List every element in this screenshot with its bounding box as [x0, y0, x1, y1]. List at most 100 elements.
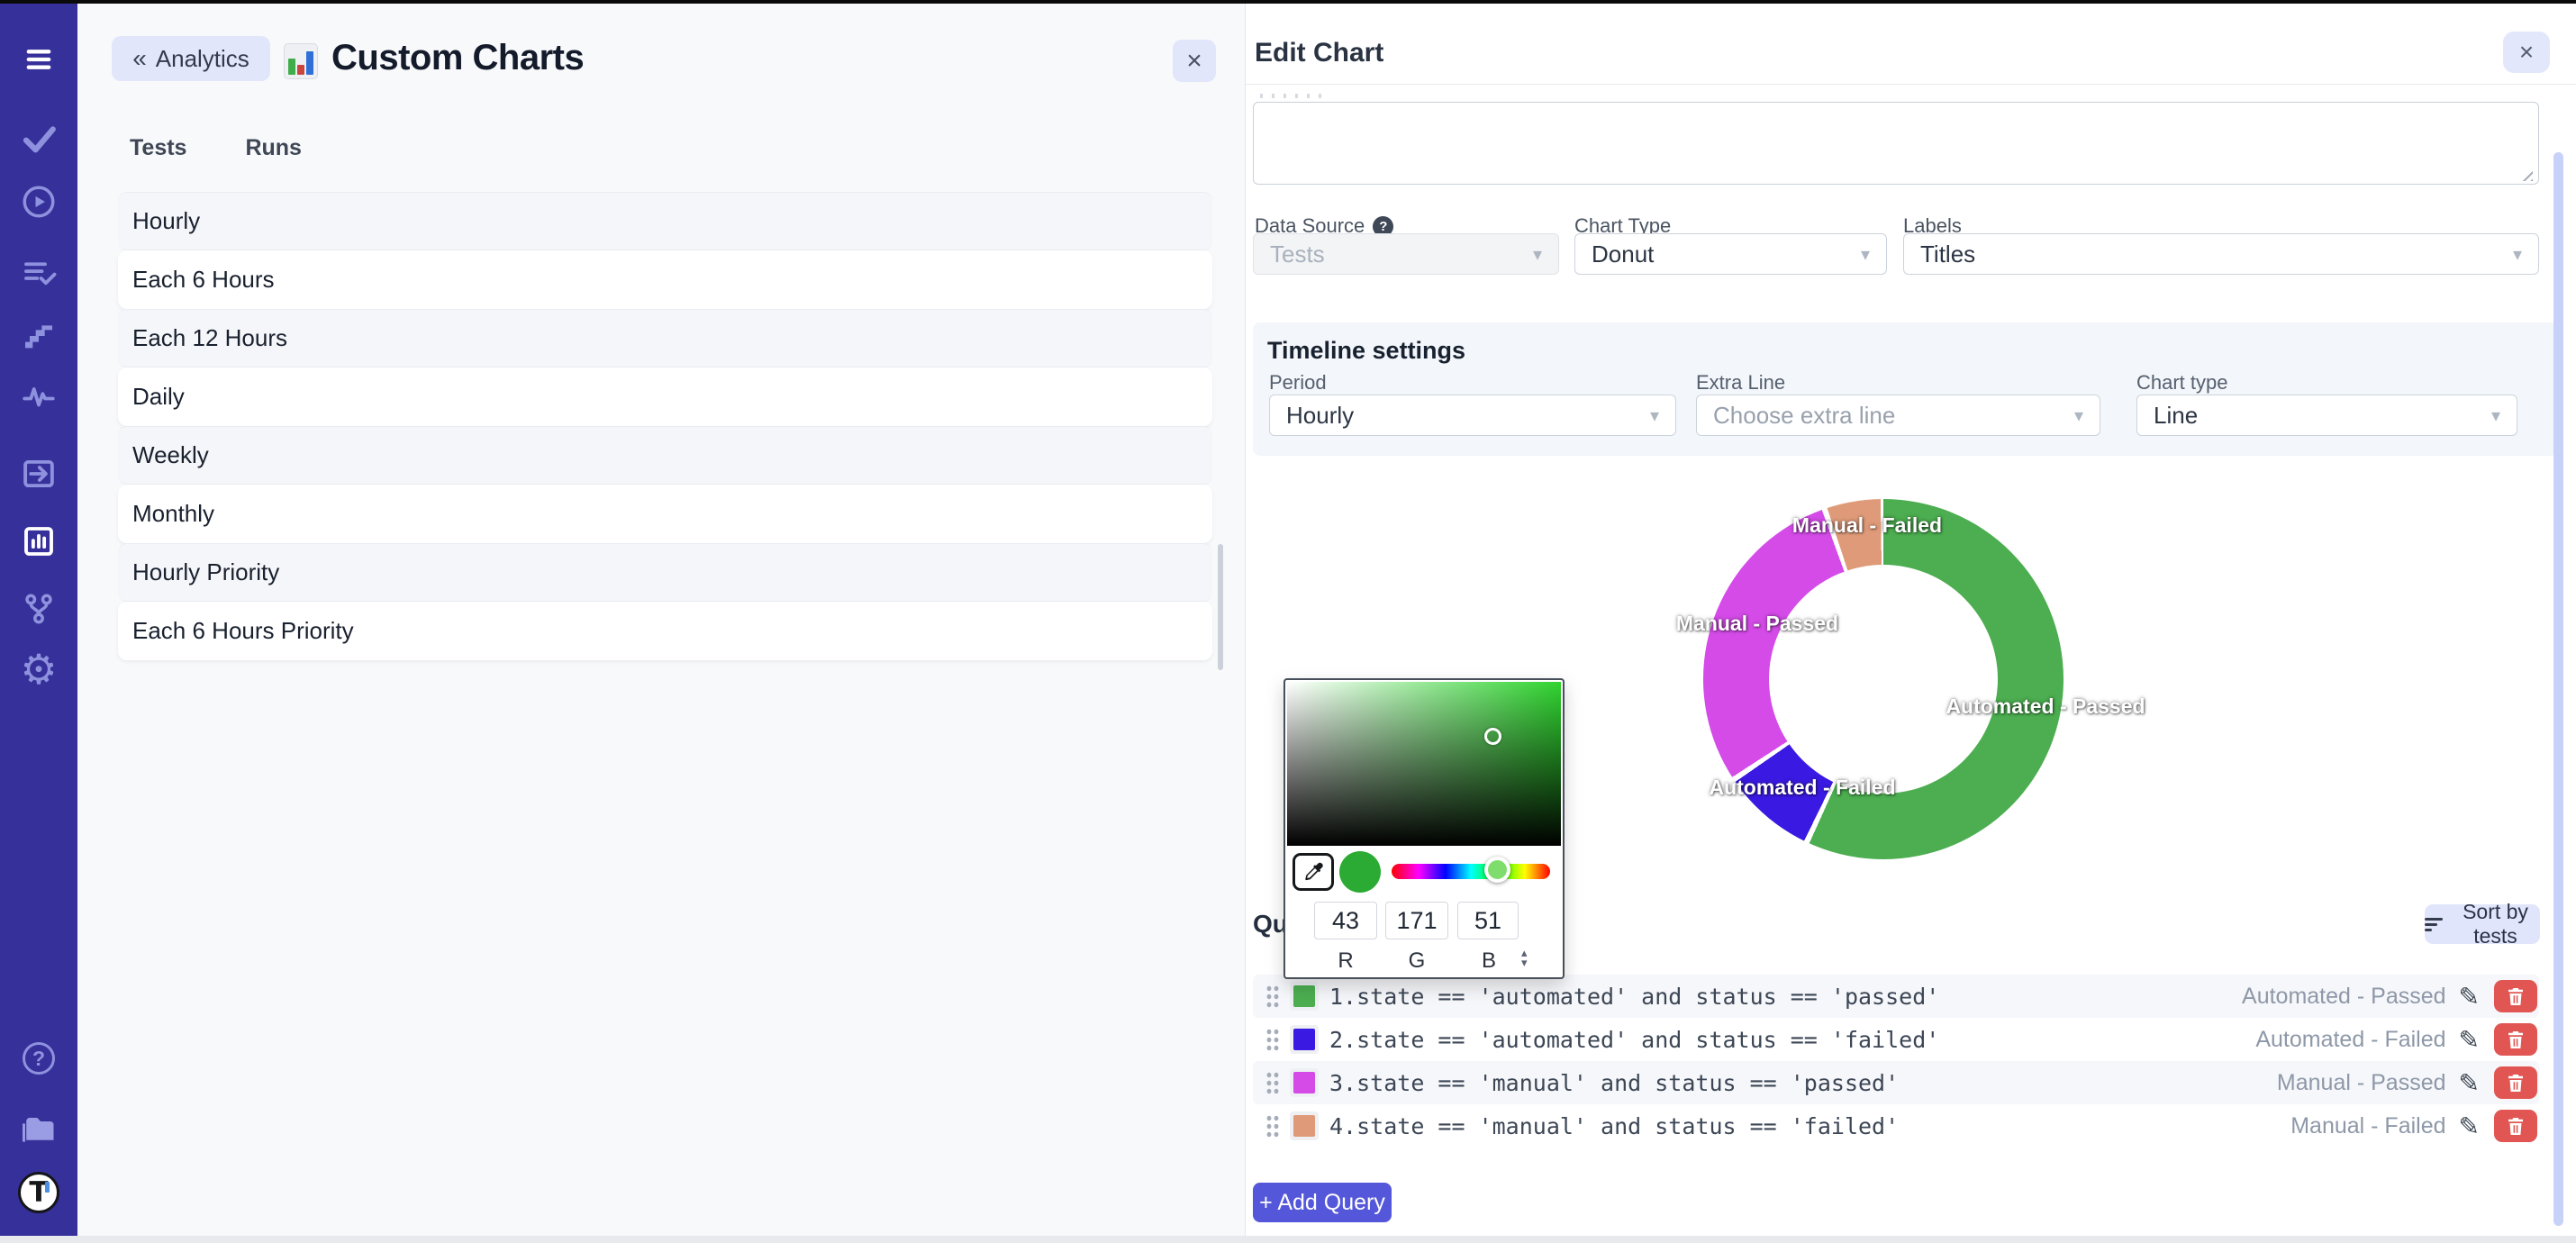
blue-channel-label: B	[1457, 948, 1520, 974]
hue-slider-handle[interactable]	[1484, 857, 1510, 883]
chart-type-select[interactable]: Donut▾	[1574, 233, 1887, 275]
timeline-chart-type-label: Chart type	[2136, 371, 2228, 395]
tab-bar: Tests Runs	[130, 135, 302, 161]
extra-line-label: Extra Line	[1696, 371, 1785, 395]
list-item[interactable]: Weekly	[118, 426, 1212, 485]
list-check-icon[interactable]	[0, 253, 77, 291]
trash-icon	[2505, 1072, 2526, 1093]
list-item[interactable]: Daily	[118, 367, 1212, 426]
gear-icon[interactable]: ⚙	[0, 651, 77, 687]
query-list: 1.state == 'automated' and status == 'pa…	[1253, 975, 2539, 1148]
analytics-back-button[interactable]: « Analytics	[112, 36, 270, 81]
list-item[interactable]: Each 6 Hours Priority	[118, 602, 1212, 660]
edit-panel-title: Edit Chart	[1255, 38, 1383, 68]
trash-icon	[2505, 985, 2526, 1007]
steps-icon[interactable]	[0, 318, 77, 354]
header-divider	[1246, 84, 2576, 85]
eyedropper-button[interactable]	[1293, 853, 1334, 891]
period-select[interactable]: Hourly▾	[1269, 395, 1676, 436]
sort-by-tests-button[interactable]: Sort by tests	[2425, 904, 2540, 944]
list-item[interactable]: Monthly	[118, 485, 1212, 543]
play-circle-icon[interactable]	[0, 183, 77, 221]
git-branch-icon[interactable]	[0, 590, 77, 628]
query-number: 4.	[1329, 1113, 1356, 1139]
page-title: Custom Charts	[331, 38, 584, 78]
red-value-input[interactable]	[1314, 902, 1377, 939]
timeline-settings-section: Timeline settings Period Extra Line Char…	[1253, 322, 2557, 456]
query-row: 2.state == 'automated' and status == 'fa…	[1253, 1018, 2539, 1061]
delete-query-button[interactable]	[2494, 1066, 2537, 1099]
list-item[interactable]: Hourly	[118, 192, 1212, 250]
logo-avatar[interactable]: T	[0, 1172, 77, 1213]
drag-handle-icon[interactable]	[1265, 1071, 1281, 1094]
saturation-area[interactable]	[1287, 682, 1561, 846]
charts-list: Hourly Each 6 Hours Each 12 Hours Daily …	[118, 192, 1212, 660]
green-channel-label: G	[1385, 948, 1448, 974]
menu-icon[interactable]	[0, 41, 77, 77]
timeline-chart-type-select[interactable]: Line▾	[2136, 395, 2517, 436]
chevron-down-icon: ▾	[1650, 404, 1659, 427]
eyedropper-icon	[1302, 860, 1325, 884]
extra-line-select[interactable]: Choose extra line▾	[1696, 395, 2100, 436]
help-icon[interactable]: ?	[0, 1042, 77, 1075]
query-color-swatch[interactable]	[1290, 982, 1319, 1011]
chevron-down-icon: ▾	[2074, 404, 2083, 427]
edit-pencil-icon[interactable]: ✎	[2459, 1111, 2480, 1141]
edit-pencil-icon[interactable]: ✎	[2459, 1068, 2480, 1098]
drag-handle-icon[interactable]	[1265, 984, 1281, 1008]
list-item[interactable]: Each 12 Hours	[118, 309, 1212, 367]
donut-ring[interactable]	[1703, 499, 2064, 859]
hue-slider[interactable]	[1392, 864, 1550, 879]
clipped-label-fragment	[1260, 94, 1327, 98]
delete-query-button[interactable]	[2494, 1110, 2537, 1142]
delete-query-button[interactable]	[2494, 1023, 2537, 1056]
import-icon[interactable]	[0, 455, 77, 493]
bar-chart-icon[interactable]	[0, 522, 77, 560]
edit-pencil-icon[interactable]: ✎	[2459, 982, 2480, 1012]
edit-pencil-icon[interactable]: ✎	[2459, 1025, 2480, 1055]
custom-charts-panel: « Analytics Custom Charts × Tests Runs H…	[77, 4, 1247, 1236]
color-picker-popup: R G B ▴▾	[1283, 678, 1565, 979]
query-code: state == 'automated' and status == 'pass…	[1356, 984, 1939, 1010]
data-source-select[interactable]: Tests▾	[1253, 233, 1559, 275]
query-color-swatch[interactable]	[1290, 1025, 1319, 1054]
query-color-swatch[interactable]	[1290, 1068, 1319, 1097]
blue-value-input[interactable]	[1457, 902, 1519, 939]
query-color-swatch[interactable]	[1290, 1111, 1319, 1140]
activity-icon[interactable]	[0, 377, 77, 414]
list-item[interactable]: Hourly Priority	[118, 543, 1212, 602]
tab-runs[interactable]: Runs	[245, 135, 302, 161]
list-item[interactable]: Each 6 Hours	[118, 250, 1212, 309]
sidebar: ⚙ ? T	[0, 4, 77, 1236]
saturation-cursor[interactable]	[1484, 728, 1501, 745]
chevron-left-icon: «	[132, 44, 147, 73]
red-channel-label: R	[1314, 948, 1377, 974]
folder-icon[interactable]	[0, 1108, 77, 1148]
query-number: 3.	[1329, 1070, 1356, 1096]
add-query-button[interactable]: + Add Query	[1253, 1183, 1392, 1222]
color-mode-toggle-icon[interactable]: ▴▾	[1521, 948, 1528, 967]
charts-panel-close-button[interactable]: ×	[1173, 40, 1216, 82]
drag-handle-icon[interactable]	[1265, 1028, 1281, 1051]
chart-bars-icon	[284, 43, 318, 79]
list-scrollbar[interactable]	[1218, 544, 1223, 670]
chevron-down-icon: ▾	[2491, 404, 2500, 427]
chevron-down-icon: ▾	[2513, 243, 2522, 266]
query-label: Automated - Passed	[2242, 984, 2446, 1010]
delete-query-button[interactable]	[2494, 980, 2537, 1012]
donut-chart: Automated - Passed Automated - Failed Ma…	[1703, 499, 2064, 859]
query-label: Manual - Passed	[2277, 1070, 2446, 1096]
chevron-down-icon: ▾	[1861, 243, 1870, 266]
labels-select[interactable]: Titles▾	[1903, 233, 2539, 275]
green-value-input[interactable]	[1385, 902, 1448, 939]
chart-text-field[interactable]	[1253, 102, 2539, 185]
edit-panel-scrollbar[interactable]	[2553, 152, 2563, 1226]
drag-handle-icon[interactable]	[1265, 1114, 1281, 1138]
query-label: Automated - Failed	[2255, 1027, 2445, 1053]
query-row: 1.state == 'automated' and status == 'pa…	[1253, 975, 2539, 1018]
tab-tests[interactable]: Tests	[130, 135, 186, 161]
query-code: state == 'automated' and status == 'fail…	[1356, 1027, 1939, 1053]
check-icon[interactable]	[0, 120, 77, 158]
window-bottom-edge	[0, 1236, 2576, 1243]
edit-panel-close-button[interactable]: ×	[2503, 32, 2550, 73]
